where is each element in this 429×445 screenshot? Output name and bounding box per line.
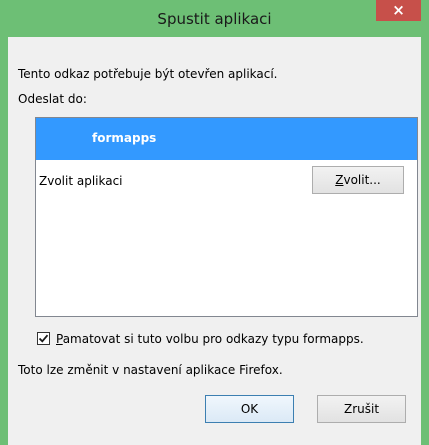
settings-note: Toto lze změnit v nastavení aplikace Fir… (18, 363, 283, 377)
dialog-window: Spustit aplikaci × Tento odkaz potřebuje… (0, 0, 429, 445)
remember-label-text: amatovat si tuto volbu pro odkazy typu f… (62, 332, 364, 346)
ok-button[interactable]: OK (205, 395, 294, 423)
window-title: Spustit aplikaci (157, 10, 272, 28)
remember-checkbox[interactable] (37, 332, 50, 345)
choose-app-button[interactable]: Zvolit... (312, 166, 404, 194)
close-button[interactable]: × (376, 0, 421, 21)
send-to-label: Odeslat do: (18, 92, 87, 106)
list-item-formapps[interactable]: formapps (36, 118, 417, 160)
checkmark-icon (38, 334, 49, 343)
title-bar[interactable]: Spustit aplikaci × (0, 0, 429, 38)
remember-label[interactable]: Pamatovat si tuto volbu pro odkazy typu … (56, 332, 364, 346)
remember-accel: P (56, 332, 63, 346)
choose-app-label: Zvolit aplikaci (39, 174, 123, 188)
message-text: Tento odkaz potřebuje být otevřen aplika… (18, 67, 278, 81)
list-item-choose-app[interactable]: Zvolit aplikaci Zvolit... (36, 162, 417, 202)
choose-button-label: volit... (343, 173, 381, 187)
application-list[interactable]: formapps Zvolit aplikaci Zvolit... (35, 117, 418, 317)
list-item-label: formapps (92, 131, 157, 145)
close-icon: × (392, 1, 405, 19)
cancel-button[interactable]: Zrušit (317, 395, 406, 423)
